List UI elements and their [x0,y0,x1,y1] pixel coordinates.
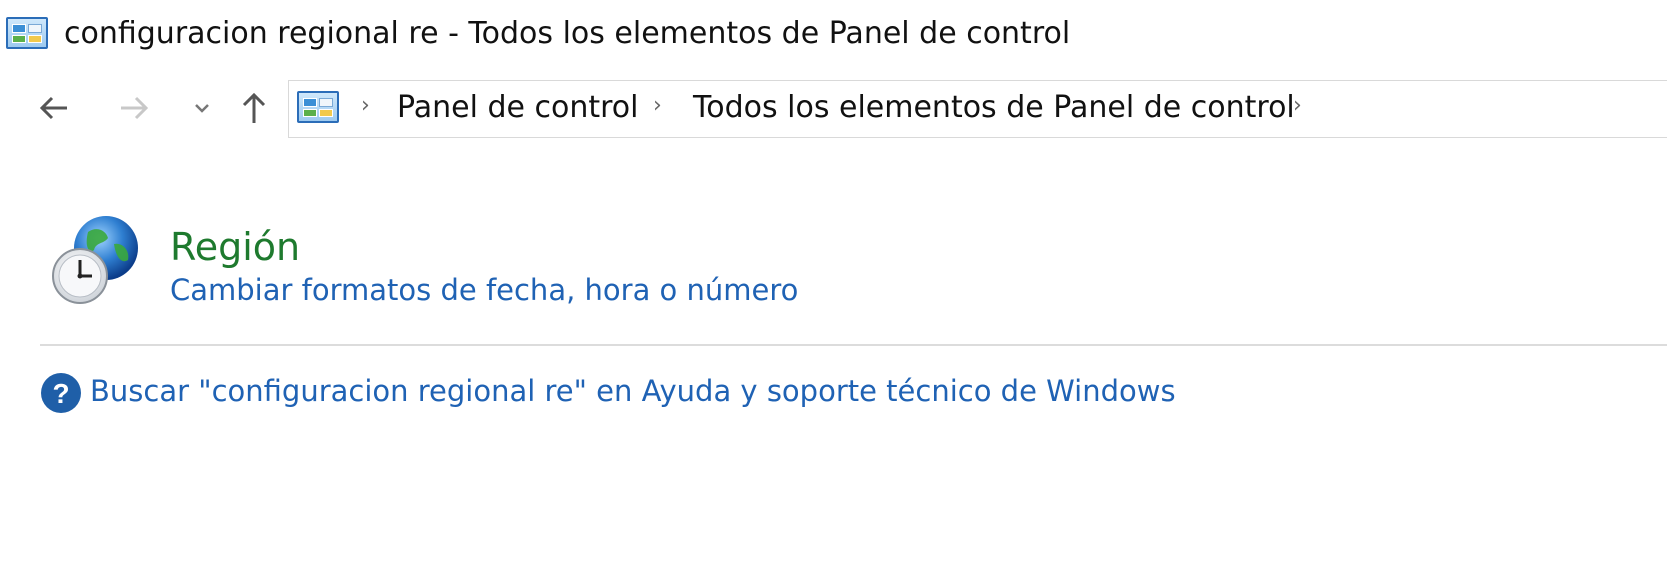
title-bar: configuracion regional re - Todos los el… [0,0,1667,72]
help-search-link[interactable]: Buscar "configuracion regional re" en Ay… [90,370,1176,412]
arrow-up-icon [242,92,266,123]
breadcrumb-separator-icon[interactable]: › [653,93,662,118]
control-panel-icon [6,17,48,49]
control-panel-icon [297,91,339,123]
chevron-down-icon [195,104,209,113]
breadcrumb-todos-los-elementos[interactable]: Todos los elementos de Panel de control [693,88,1295,128]
address-bar[interactable]: › Panel de control › Todos los elementos… [288,80,1667,138]
help-icon: ? [41,373,81,413]
back-button[interactable] [32,86,76,130]
divider [40,344,1667,346]
region-globe-clock-icon[interactable] [50,214,140,306]
arrow-left-icon [39,96,67,120]
arrow-right-icon [121,96,149,120]
region-title-link[interactable]: Región [170,222,300,272]
breadcrumb-separator-icon[interactable]: › [361,93,370,118]
result-region: Región Cambiar formatos de fecha, hora o… [40,210,1660,320]
svg-text:?: ? [52,378,69,409]
up-button[interactable] [232,86,276,130]
forward-button[interactable] [112,86,156,130]
change-formats-link[interactable]: Cambiar formatos de fecha, hora o número [170,270,798,310]
recent-locations-button[interactable] [180,86,224,130]
breadcrumb-separator-icon[interactable]: › [1293,93,1302,118]
window-title: configuracion regional re - Todos los el… [64,16,1071,51]
breadcrumb-panel-de-control[interactable]: Panel de control [397,88,639,128]
